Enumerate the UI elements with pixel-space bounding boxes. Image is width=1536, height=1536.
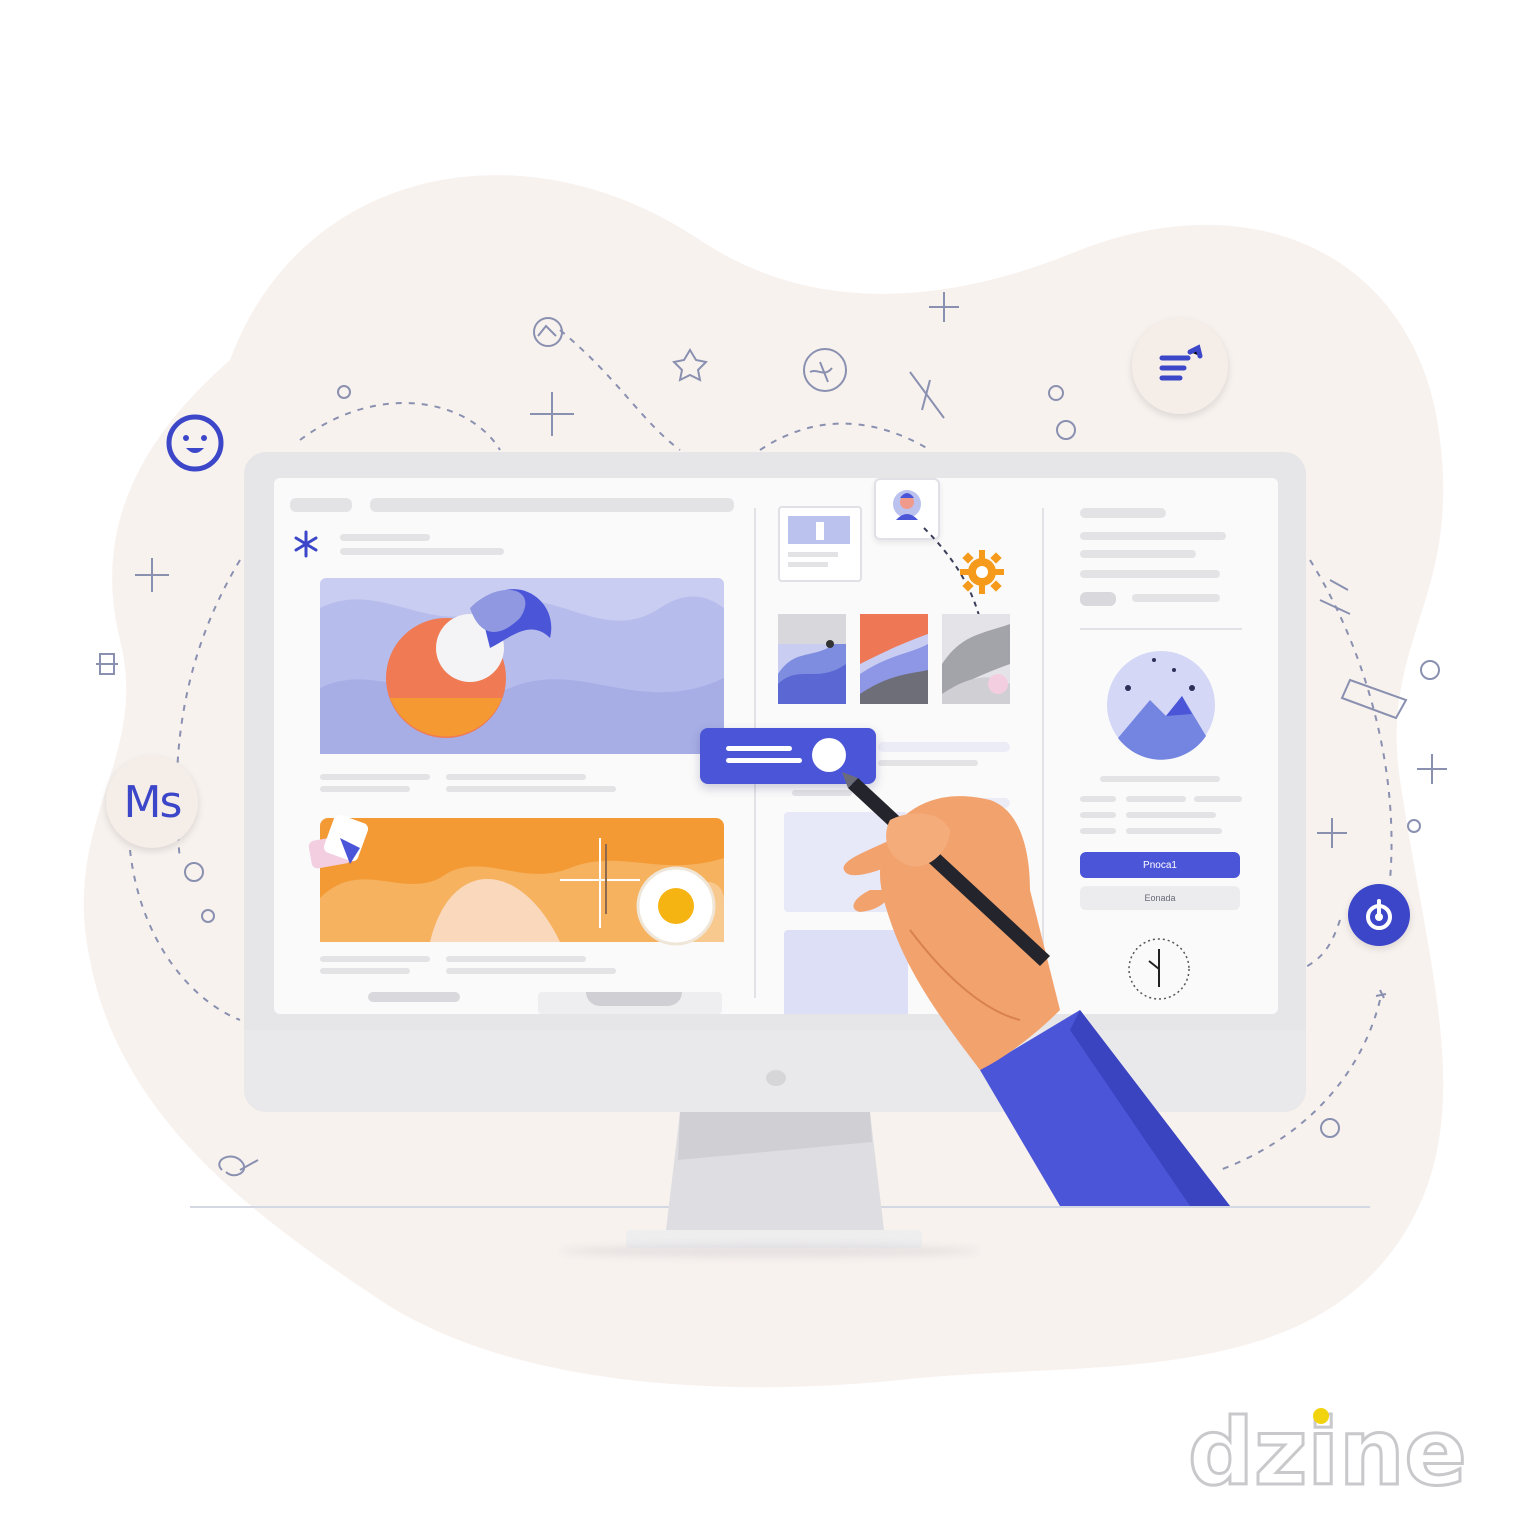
egg-icon xyxy=(636,866,716,946)
left-footer-bowl xyxy=(586,992,682,1006)
power-icon xyxy=(1348,884,1410,946)
middle-bar-2 xyxy=(878,760,978,766)
hero-caption-bar-3 xyxy=(320,786,410,792)
left-subtitle-bar-2 xyxy=(340,548,504,555)
hero-image xyxy=(320,578,724,754)
left-header-bar-2 xyxy=(370,498,734,512)
sparkle-icon xyxy=(292,530,320,563)
toggle-knob[interactable] xyxy=(812,738,846,772)
gallery-image-3[interactable] xyxy=(942,614,1010,704)
middle-bar-1 xyxy=(878,742,1010,752)
menu-lines-icon xyxy=(1132,318,1228,414)
hand-with-pen xyxy=(842,772,1230,1206)
left-header-bar-1 xyxy=(290,498,352,512)
right-bar-2 xyxy=(1080,532,1226,540)
banner-caption-bar-2 xyxy=(446,956,586,962)
left-footer-bar xyxy=(368,992,460,1002)
thumbnail-card[interactable] xyxy=(778,506,862,582)
monitor-power-dot xyxy=(766,1070,786,1086)
gallery-image-2[interactable] xyxy=(860,614,928,704)
ms-label: Ms xyxy=(123,776,183,828)
banner-caption-bar-1 xyxy=(320,956,430,962)
right-bar-1 xyxy=(1080,508,1166,518)
banner-caption-bar-3 xyxy=(320,968,410,974)
mountain-illustration xyxy=(1107,651,1215,760)
left-subtitle-bar-1 xyxy=(340,534,430,541)
hero-caption-bar-1 xyxy=(320,774,430,780)
right-chip[interactable] xyxy=(1080,592,1116,606)
right-bar-5 xyxy=(1132,594,1220,602)
smiley-icon xyxy=(164,412,226,474)
ms-badge: Ms xyxy=(106,756,198,848)
gallery-image-1[interactable] xyxy=(778,614,846,704)
gear-icon xyxy=(960,550,1004,594)
right-divider xyxy=(1080,628,1242,630)
dzine-logo: dzine xyxy=(1188,1398,1468,1507)
right-bar-3 xyxy=(1080,550,1196,558)
hero-caption-bar-2 xyxy=(446,774,586,780)
hero-caption-bar-4 xyxy=(446,786,616,792)
right-bar-4 xyxy=(1080,570,1220,578)
stand-shadow xyxy=(560,1244,980,1258)
pastel-shapes-decoration xyxy=(308,814,369,869)
banner-caption-bar-4 xyxy=(446,968,616,974)
